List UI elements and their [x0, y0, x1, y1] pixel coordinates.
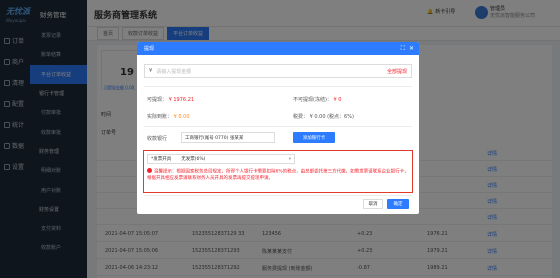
divider — [144, 86, 412, 87]
bank-select[interactable]: 工商银行(尾号 0770) 张某某 — [181, 132, 275, 143]
modal-title: 提现 — [144, 46, 155, 52]
withdrawable-value: ¥ 1976.21 — [168, 97, 195, 103]
alert-icon — [147, 168, 152, 173]
divider — [144, 195, 412, 196]
invoice-select[interactable]: *发票开具 无发票(6%) ▾ — [147, 154, 295, 164]
invoice-value: 无发票(6%) — [181, 157, 206, 162]
confirm-button[interactable]: 确定 — [387, 199, 409, 209]
frozen-field: 不可提现(冻结)： ¥ 0 — [293, 96, 341, 103]
invoice-section: *发票开具 无发票(6%) ▾ 温馨提示：根据国家税务总局规定，所得个人银行卡需… — [143, 150, 413, 193]
maximize-icon[interactable]: ⛶ — [401, 45, 405, 53]
chevron-down-icon: ▾ — [288, 156, 291, 162]
tax-label: 税费： — [293, 114, 309, 120]
withdrawable-field: 可提现： ¥ 1976.21 — [147, 96, 194, 103]
frozen-label: 不可提现(冻结)： — [293, 97, 332, 103]
notice-text: 温馨提示：根据国家税务总局规定，所得个人银行卡需要扣除6%的税点，由总部委托第三… — [147, 168, 409, 183]
invoice-label: *发票开具 — [151, 157, 172, 162]
divider — [144, 126, 412, 127]
withdraw-all-link[interactable]: 全部提现 — [387, 68, 407, 75]
close-icon[interactable]: ✕ — [409, 45, 414, 52]
tax-field: 税费： ¥ 0.00 (税点：6%) — [293, 113, 354, 120]
notice-content: 温馨提示：根据国家税务总局规定，所得个人银行卡需要扣除6%的税点，由总部委托第三… — [147, 169, 409, 182]
add-bank-card-button[interactable]: 添加银行卡 — [293, 132, 335, 143]
actual-label: 实际到账： — [147, 114, 173, 120]
modal-header: 提现 ⛶ ✕ — [137, 42, 419, 55]
bank-label: 收款银行 — [147, 136, 168, 142]
actual-field: 实际到账： ¥ 0.00 — [147, 113, 190, 120]
amount-input[interactable]: ¥ 请输入提现金额 全部提现 — [144, 64, 412, 78]
actual-value: ¥ 0.00 — [173, 114, 190, 120]
bank-select-value: 工商银行(尾号 0770) 张某某 — [185, 135, 244, 141]
cancel-button[interactable]: 取消 — [363, 199, 383, 209]
withdraw-modal: 提现 ⛶ ✕ ¥ 请输入提现金额 全部提现 可提现： ¥ 1976.21 不可提… — [137, 42, 419, 214]
frozen-value: ¥ 0 — [333, 97, 342, 103]
tax-value: ¥ 0.00 (税点：6%) — [309, 114, 354, 120]
currency-symbol: ¥ — [149, 68, 153, 74]
amount-placeholder: 请输入提现金额 — [156, 68, 192, 75]
withdrawable-label: 可提现： — [147, 97, 168, 103]
